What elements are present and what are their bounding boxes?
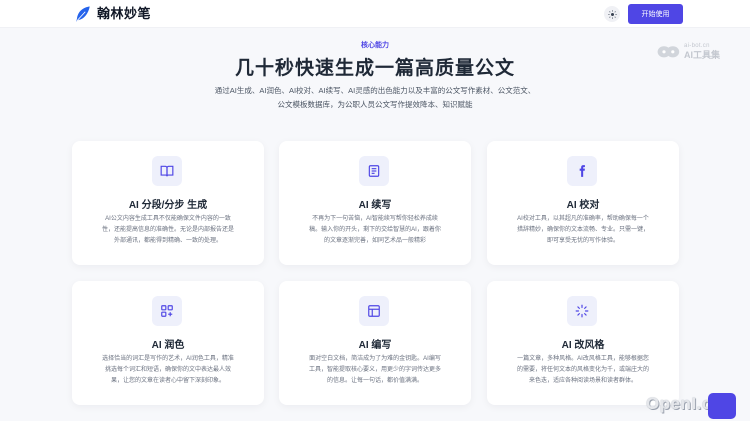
- feature-line: 果，让您的文章在读者心中留下深刻印象。: [110, 378, 225, 384]
- feather-logo-icon[interactable]: [74, 5, 92, 23]
- floating-action-button[interactable]: [708, 393, 736, 419]
- feature-line: 挑选每个词汇和短语，确保你的文中表达最人效: [104, 367, 231, 373]
- feature-icon-box: [567, 156, 597, 186]
- feature-card-ai-write[interactable]: AI 编写 面对空白文档，简洁成为了为难的金钥匙。AI编写 工具，智能提取核心要…: [279, 281, 471, 405]
- grid-plus-icon: [161, 305, 173, 317]
- document-list-icon: [368, 165, 380, 177]
- feature-description: 一篇文章，多种风格。AI改风格工具，能够根据您 的需要，将任何文本的风格变化为千…: [509, 354, 657, 387]
- feature-icon-box: [359, 296, 389, 326]
- feature-title: AI 分段/分步 生成: [128, 200, 208, 211]
- feature-description: 不再为下一句苦恼，AI智能续写帮你轻松养成续 稿。输入你的开头，剩下的交给智慧的…: [301, 214, 449, 247]
- feature-description: 面对空白文档，简洁成为了为难的金钥匙。AI编写 工具，智能提取核心要义，用更少的…: [301, 354, 449, 387]
- feature-line: 一篇文章，多种风格。AI改风格工具，能够根据您: [517, 356, 649, 362]
- feature-title: AI 改风格: [561, 340, 605, 351]
- section-eyebrow: 核心能力: [361, 42, 389, 49]
- feature-icon-box: [152, 296, 182, 326]
- page-title: 几十秒快速生成一篇高质量公文: [234, 58, 515, 79]
- feature-line: 即可享受无忧的写作体验。: [546, 238, 619, 244]
- feature-description: 选择恰当的词汇是写作的艺术，AI润色工具，精准 挑选每个词汇和短语，确保你的文中…: [94, 354, 242, 387]
- feature-title: AI 续写: [358, 200, 392, 211]
- feature-title: AI 校对: [566, 200, 600, 211]
- feature-title: AI 编写: [358, 340, 392, 351]
- feature-card-ai-generate[interactable]: AI 分段/分步 生成 AI公文内容生成工具不仅能确保文件内容的一致 性，还能提…: [72, 141, 264, 265]
- description-line-1: 通过AI生成、AI润色、AI校对、AI续写、AI灵感的出色能力以及丰富的公文写作…: [214, 86, 536, 95]
- feature-line: 性，还能提高信息的准确性。无论是内部报告还是: [101, 227, 234, 233]
- feature-card-ai-polish[interactable]: AI 润色 选择恰当的词汇是写作的艺术，AI润色工具，精准 挑选每个词汇和短语，…: [72, 281, 264, 405]
- feature-line: 来色迭，适应各种阅读场景和读者群体。: [528, 378, 637, 384]
- feature-line: 稿。输入你的开头，剩下的交给智慧的AI，跟着你: [309, 227, 441, 233]
- feature-line: 选择恰当的词汇是写作的艺术，AI润色工具，精准: [102, 356, 234, 362]
- start-using-button[interactable]: 开始使用: [628, 4, 683, 24]
- feature-icon-box: [359, 156, 389, 186]
- feature-line: 的文章逐渐完善，如同艺术品一般精彩: [323, 238, 426, 244]
- feature-card-ai-continue[interactable]: AI 续写 不再为下一句苦恼，AI智能续写帮你轻松养成续 稿。输入你的开头，剩下…: [279, 141, 471, 265]
- facebook-icon: [579, 165, 585, 177]
- feature-description: AI校对工具，以其超凡的准确率，帮助确保每一个 措辞精妙，确保你的文本流畅、专业…: [509, 214, 657, 247]
- feature-card-ai-proofread[interactable]: AI 校对 AI校对工具，以其超凡的准确率，帮助确保每一个 措辞精妙，确保你的文…: [487, 141, 679, 265]
- feature-icon-box: [152, 156, 182, 186]
- hero-description: 通过AI生成、AI润色、AI校对、AI续写、AI灵感的出色能力以及丰富的公文写作…: [180, 84, 570, 112]
- feature-line: 措辞精妙，确保你的文本流畅、专业。只需一键，: [516, 227, 649, 233]
- feature-line: 工具，智能提取核心要义，用更少的字词传达更多: [308, 367, 441, 373]
- sun-icon: [607, 9, 617, 19]
- feature-title: AI 润色: [151, 340, 185, 351]
- feature-card-ai-restyle[interactable]: AI 改风格 一篇文章，多种风格。AI改风格工具，能够根据您 的需要，将任何文本…: [487, 281, 679, 405]
- layout-icon: [368, 305, 380, 317]
- feature-line: AI公文内容生成工具不仅能确保文件内容的一致: [105, 216, 231, 222]
- sparkle-icon: [575, 304, 589, 318]
- description-line-2: 公文模板数据库，为公职人员公文写作提效降本、知识赋能: [277, 100, 473, 109]
- feature-line: 的信息。让每一句话，都价值满满。: [326, 378, 423, 384]
- feature-line: 面对空白文档，简洁成为了为难的金钥匙。AI编写: [309, 356, 441, 362]
- brand-name[interactable]: 翰林妙笔: [97, 7, 151, 21]
- feature-line: 外部通讯，都能得到精确、一致的处理。: [113, 238, 222, 244]
- book-icon: [160, 165, 174, 177]
- feature-line: 的需要，将任何文本的风格变化为千，或端庄大的: [516, 367, 649, 373]
- theme-toggle-button[interactable]: [604, 6, 620, 22]
- feature-icon-box: [567, 296, 597, 326]
- feature-line: 不再为下一句苦恼，AI智能续写帮你轻松养成续: [312, 216, 438, 222]
- feature-line: AI校对工具，以其超凡的准确率，帮助确保每一个: [517, 216, 649, 222]
- feature-description: AI公文内容生成工具不仅能确保文件内容的一致 性，还能提高信息的准确性。无论是内…: [94, 214, 242, 247]
- top-nav-bar: 翰林妙笔 开始使用: [0, 0, 750, 28]
